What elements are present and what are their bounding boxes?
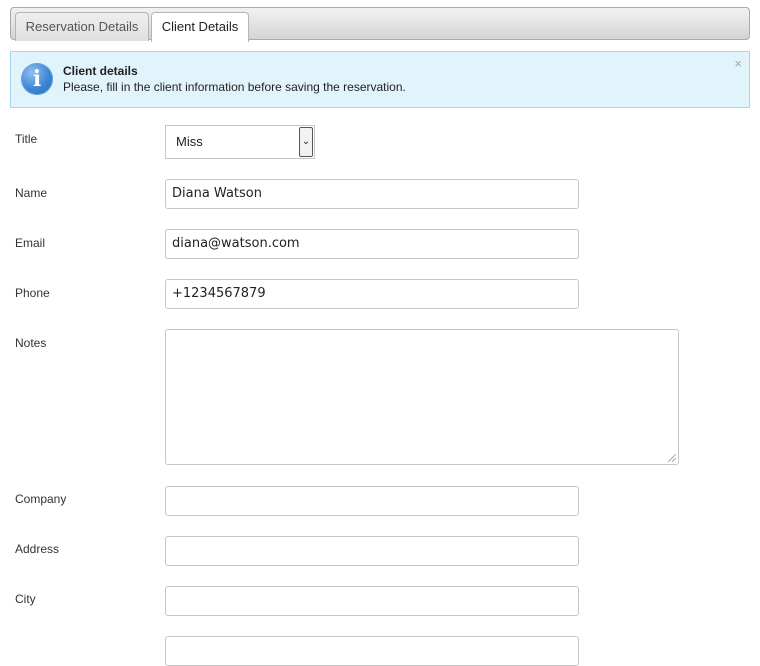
chevron-down-icon[interactable]: ⌄: [299, 127, 313, 157]
city-label: City: [15, 592, 36, 606]
tab-client-details[interactable]: Client Details: [151, 12, 249, 42]
tab-bar: Reservation Details Client Details: [10, 7, 750, 42]
name-field[interactable]: Diana Watson: [165, 179, 579, 209]
title-label: Title: [15, 132, 38, 146]
close-icon[interactable]: ×: [734, 56, 742, 71]
address-field[interactable]: [165, 536, 579, 566]
tab-reservation-details[interactable]: Reservation Details: [15, 12, 149, 41]
info-message-box: i Client details Please, fill in the cli…: [10, 51, 750, 108]
city-field[interactable]: [165, 586, 579, 616]
info-title: Client details: [63, 64, 138, 78]
address-label: Address: [15, 542, 60, 556]
name-label: Name: [15, 186, 48, 200]
info-message: Please, fill in the client information b…: [63, 80, 406, 94]
phone-field[interactable]: +1234567879: [165, 279, 579, 309]
email-label: Email: [15, 236, 46, 250]
company-label: Company: [15, 492, 67, 506]
phone-label: Phone: [15, 286, 50, 300]
company-field[interactable]: [165, 486, 579, 516]
resize-grip-icon[interactable]: [668, 454, 676, 462]
notes-label: Notes: [15, 336, 47, 350]
info-icon: i: [21, 63, 53, 95]
email-field[interactable]: diana@watson.com: [165, 229, 579, 259]
notes-textarea[interactable]: [165, 329, 679, 465]
title-select[interactable]: Miss ⌄: [165, 125, 315, 159]
next-field[interactable]: [165, 636, 579, 666]
title-select-value: Miss: [176, 134, 203, 149]
